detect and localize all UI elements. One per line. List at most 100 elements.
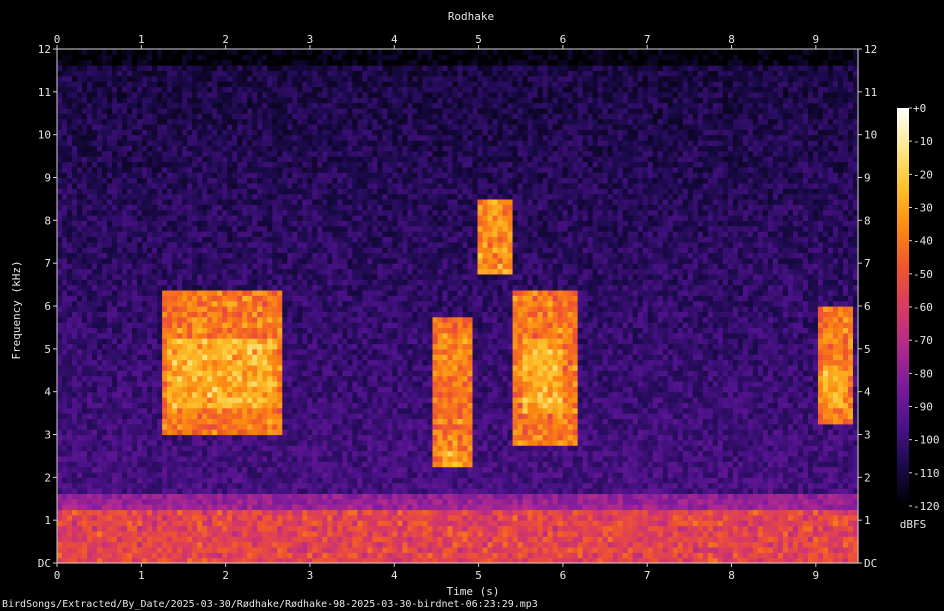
spectrogram-cell xyxy=(147,514,153,521)
spectrogram-cell xyxy=(172,402,178,409)
spectrogram-cell xyxy=(112,225,118,232)
spectrogram-cell xyxy=(107,552,113,559)
spectrogram-cell xyxy=(302,514,308,521)
spectrogram-cell xyxy=(212,327,218,334)
spectrogram-cell xyxy=(237,177,243,184)
spectrogram-cell xyxy=(157,257,163,264)
spectrogram-cell xyxy=(67,455,73,462)
spectrogram-cell xyxy=(297,279,303,286)
spectrogram-cell xyxy=(127,370,133,377)
spectrogram-cell xyxy=(132,402,138,409)
spectrogram-cell xyxy=(107,364,113,371)
spectrogram-cell xyxy=(157,514,163,521)
spectrogram-cell xyxy=(177,327,183,334)
spectrogram-cell xyxy=(267,434,273,441)
spectrogram-cell xyxy=(277,129,283,136)
spectrogram-cell xyxy=(307,439,313,446)
spectrogram-cell xyxy=(137,375,143,382)
spectrogram-cell xyxy=(142,134,148,141)
spectrogram-cell xyxy=(207,386,213,393)
spectrogram-cell xyxy=(107,327,113,334)
spectrogram-cell xyxy=(197,348,203,355)
spectrogram-cell xyxy=(202,129,208,136)
spectrogram-cell xyxy=(157,300,163,307)
spectrogram-cell xyxy=(87,134,93,141)
spectrogram-cell xyxy=(112,91,118,98)
spectrogram-cell xyxy=(232,461,238,468)
spectrogram-cell xyxy=(262,332,268,339)
spectrogram-cell xyxy=(282,461,288,468)
spectrogram-cell xyxy=(222,439,228,446)
spectrogram-cell xyxy=(162,252,168,259)
spectrogram-cell xyxy=(132,134,138,141)
spectrogram-cell xyxy=(132,493,138,500)
spectrogram-cell xyxy=(137,193,143,200)
spectrogram-cell xyxy=(272,439,278,446)
spectrogram-cell xyxy=(117,273,123,280)
spectrogram-cell xyxy=(97,81,103,88)
spectrogram-cell xyxy=(122,198,128,205)
spectrogram-cell xyxy=(57,97,63,104)
spectrogram-cell xyxy=(127,97,133,104)
spectrogram-cell xyxy=(172,332,178,339)
spectrogram-cell xyxy=(147,402,153,409)
spectrogram-cell xyxy=(57,402,63,409)
spectrogram-cell xyxy=(287,273,293,280)
spectrogram-cell xyxy=(192,375,198,382)
spectrogram-cell xyxy=(102,343,108,350)
spectrogram-cell xyxy=(287,354,293,361)
spectrogram-cell xyxy=(262,59,268,66)
spectrogram-cell xyxy=(182,504,188,511)
spectrogram-cell xyxy=(112,166,118,173)
spectrogram-cell xyxy=(207,129,213,136)
spectrogram-cell xyxy=(182,172,188,179)
spectrogram-cell xyxy=(87,423,93,430)
spectrogram-cell xyxy=(97,198,103,205)
spectrogram-cell xyxy=(87,166,93,173)
spectrogram-cell xyxy=(97,193,103,200)
spectrogram-cell xyxy=(157,241,163,248)
spectrogram-cell xyxy=(282,107,288,114)
spectrogram-cell xyxy=(247,102,253,109)
spectrogram-cell xyxy=(142,156,148,163)
spectrogram-cell xyxy=(277,49,283,55)
spectrogram-cell xyxy=(122,530,128,537)
spectrogram-cell xyxy=(147,193,153,200)
spectrogram-cell xyxy=(297,514,303,521)
spectrogram-cell xyxy=(177,263,183,270)
spectrogram-cell xyxy=(222,493,228,500)
spectrogram-cell xyxy=(142,198,148,205)
spectrogram-cell xyxy=(92,332,98,339)
spectrogram-cell xyxy=(312,193,318,200)
spectrogram-cell xyxy=(227,370,233,377)
spectrogram-cell xyxy=(282,520,288,527)
spectrogram-cell xyxy=(267,343,273,350)
spectrogram-cell xyxy=(307,300,313,307)
spectrogram-cell xyxy=(87,156,93,163)
spectrogram-cell xyxy=(202,231,208,237)
spectrogram-cell xyxy=(242,166,248,173)
spectrogram-cell xyxy=(157,236,163,243)
spectrogram-cell xyxy=(207,418,213,425)
spectrogram-cell xyxy=(92,102,98,109)
spectrogram-cell xyxy=(177,268,183,275)
spectrogram-cell xyxy=(77,268,83,275)
spectrogram-cell xyxy=(207,520,213,527)
spectrogram-cell xyxy=(167,59,173,66)
spectrogram-cell xyxy=(257,434,263,441)
spectrogram-cell xyxy=(192,252,198,259)
spectrogram-cell xyxy=(82,49,88,55)
spectrogram-cell xyxy=(247,407,253,414)
spectrogram-cell xyxy=(82,247,88,254)
spectrogram-cell xyxy=(162,488,168,494)
spectrogram-cell xyxy=(147,445,153,452)
spectrogram-cell xyxy=(107,504,113,511)
spectrogram-cell xyxy=(292,327,298,334)
spectrogram-cell xyxy=(57,327,63,334)
spectrogram-cell xyxy=(277,471,283,478)
spectrogram-cell xyxy=(222,327,228,334)
spectrogram-cell xyxy=(157,343,163,350)
spectrogram-cell xyxy=(177,214,183,221)
spectrogram-cell xyxy=(197,107,203,114)
spectrogram-cell xyxy=(242,520,248,527)
